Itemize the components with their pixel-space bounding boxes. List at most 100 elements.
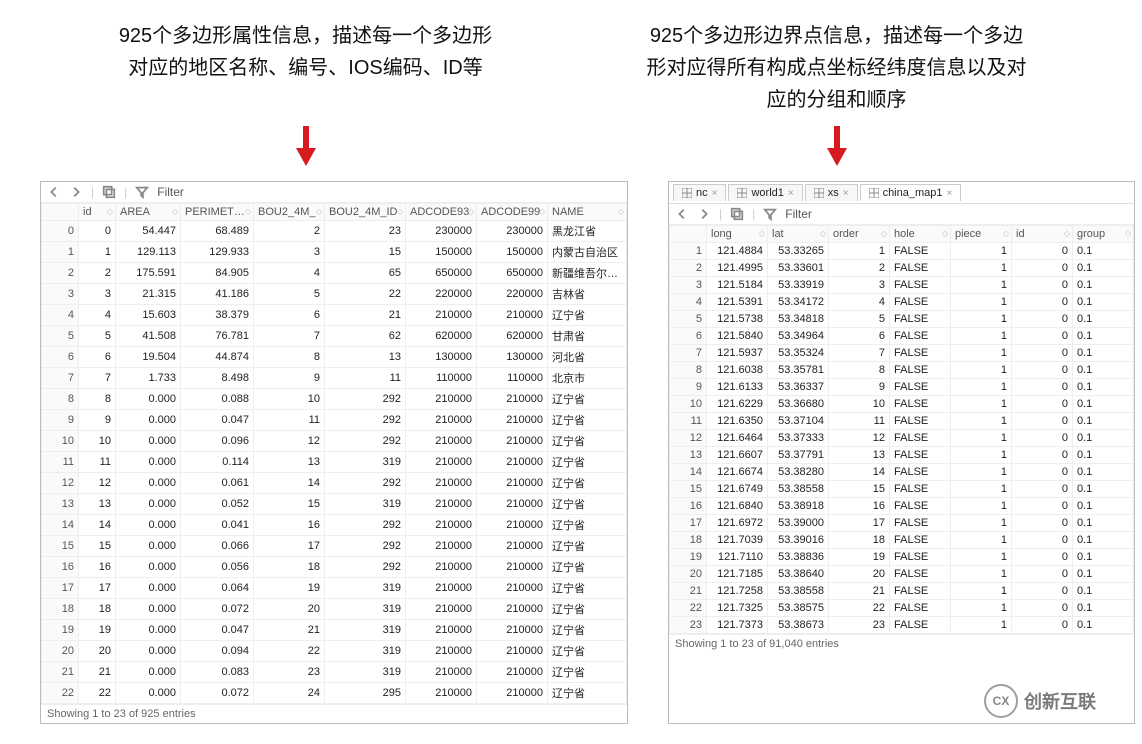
back-icon[interactable] [47,185,61,199]
cell: 0.1 [1073,260,1134,277]
table-row[interactable]: 17170.0000.06419319210000210000辽宁省 [42,578,627,599]
table-row[interactable]: 1121.488453.332651FALSE100.1 [670,243,1134,260]
row-number: 9 [670,379,707,396]
tab-china_map1[interactable]: china_map1× [860,184,962,201]
column-header[interactable]: BOU2_4M_ID◇ [325,204,406,221]
cell: 0 [1012,328,1073,345]
forward-icon[interactable] [697,207,711,221]
cell: 121.7185 [707,566,768,583]
column-header[interactable]: order◇ [829,226,890,243]
tab-world1[interactable]: world1× [728,184,802,201]
column-header[interactable]: hole◇ [890,226,951,243]
table-row[interactable]: 18180.0000.07220319210000210000辽宁省 [42,599,627,620]
table-row[interactable]: 3121.518453.339193FALSE100.1 [670,277,1134,294]
right-data-panel: nc×world1×xs×china_map1× | | Filter long… [668,181,1135,724]
table-row[interactable]: 11129.113129.933315150000150000内蒙古自治区 [42,242,627,263]
popout-icon[interactable] [730,207,744,221]
table-row[interactable]: 7121.593753.353247FALSE100.1 [670,345,1134,362]
table-row[interactable]: 4415.60338.379621210000210000辽宁省 [42,305,627,326]
cell: 0.1 [1073,277,1134,294]
cell: FALSE [890,413,951,430]
table-row[interactable]: 3321.31541.186522220000220000吉林省 [42,284,627,305]
table-row[interactable]: 880.0000.08810292210000210000辽宁省 [42,389,627,410]
table-row[interactable]: 12120.0000.06114292210000210000辽宁省 [42,473,627,494]
cell: 0.000 [116,641,181,662]
table-row[interactable]: 4121.539153.341724FALSE100.1 [670,294,1134,311]
table-row[interactable]: 22175.59184.905465650000650000新疆维吾尔自治区 [42,263,627,284]
table-row[interactable]: 11110.0000.11413319210000210000辽宁省 [42,452,627,473]
cell: 0.000 [116,452,181,473]
filter-icon[interactable] [135,185,149,199]
table-row[interactable]: 10121.622953.3668010FALSE100.1 [670,396,1134,413]
cell: FALSE [890,549,951,566]
cell: 1 [951,294,1012,311]
close-icon[interactable]: × [788,188,794,199]
table-row[interactable]: 21121.725853.3855821FALSE100.1 [670,583,1134,600]
column-header[interactable]: id◇ [1012,226,1073,243]
column-header[interactable] [670,226,707,243]
table-row[interactable]: 14121.667453.3828014FALSE100.1 [670,464,1134,481]
table-row[interactable]: 19190.0000.04721319210000210000辽宁省 [42,620,627,641]
table-row[interactable]: 5121.573853.348185FALSE100.1 [670,311,1134,328]
table-row[interactable]: 0054.44768.489223230000230000黑龙江省 [42,221,627,242]
column-header[interactable]: long◇ [707,226,768,243]
filter-icon[interactable] [763,207,777,221]
cell: 22 [254,641,325,662]
table-row[interactable]: 21210.0000.08323319210000210000辽宁省 [42,662,627,683]
table-row[interactable]: 9121.613353.363379FALSE100.1 [670,379,1134,396]
table-row[interactable]: 16121.684053.3891816FALSE100.1 [670,498,1134,515]
table-row[interactable]: 14140.0000.04116292210000210000辽宁省 [42,515,627,536]
column-header[interactable]: BOU2_4M_◇ [254,204,325,221]
forward-icon[interactable] [69,185,83,199]
table-row[interactable]: 22220.0000.07224295210000210000辽宁省 [42,683,627,704]
close-icon[interactable]: × [843,188,849,199]
column-header[interactable]: lat◇ [768,226,829,243]
column-header[interactable]: group◇ [1073,226,1134,243]
column-header[interactable]: NAME◇ [548,204,627,221]
table-row[interactable]: 17121.697253.3900017FALSE100.1 [670,515,1134,532]
table-row[interactable]: 23121.737353.3867323FALSE100.1 [670,617,1134,634]
table-row[interactable]: 18121.703953.3901618FALSE100.1 [670,532,1134,549]
table-row[interactable]: 13130.0000.05215319210000210000辽宁省 [42,494,627,515]
cell: 3 [79,284,116,305]
close-icon[interactable]: × [947,188,953,199]
table-row[interactable]: 5541.50876.781762620000620000甘肃省 [42,326,627,347]
column-header[interactable]: PERIMETER◇ [181,204,254,221]
close-icon[interactable]: × [712,188,718,199]
table-row[interactable]: 771.7338.498911110000110000北京市 [42,368,627,389]
table-row[interactable]: 11121.635053.3710411FALSE100.1 [670,413,1134,430]
cell: 0 [1012,311,1073,328]
table-row[interactable]: 12121.646453.3733312FALSE100.1 [670,430,1134,447]
tab-xs[interactable]: xs× [805,184,858,201]
table-row[interactable]: 16160.0000.05618292210000210000辽宁省 [42,557,627,578]
cell: 0 [1012,362,1073,379]
column-header[interactable]: ADCODE99◇ [477,204,548,221]
table-row[interactable]: 20121.718553.3864020FALSE100.1 [670,566,1134,583]
column-header[interactable]: piece◇ [951,226,1012,243]
table-row[interactable]: 2121.499553.336012FALSE100.1 [670,260,1134,277]
table-row[interactable]: 19121.711053.3883619FALSE100.1 [670,549,1134,566]
right-table: long◇lat◇order◇hole◇piece◇id◇group◇ 1121… [669,225,1134,634]
table-row[interactable]: 6121.584053.349646FALSE100.1 [670,328,1134,345]
table-row[interactable]: 10100.0000.09612292210000210000辽宁省 [42,431,627,452]
cell: 53.39016 [768,532,829,549]
column-header[interactable]: id◇ [79,204,116,221]
table-row[interactable]: 990.0000.04711292210000210000辽宁省 [42,410,627,431]
table-row[interactable]: 15121.674953.3855815FALSE100.1 [670,481,1134,498]
table-row[interactable]: 15150.0000.06617292210000210000辽宁省 [42,536,627,557]
column-header[interactable]: ADCODE93◇ [406,204,477,221]
back-icon[interactable] [675,207,689,221]
cell: 0.1 [1073,532,1134,549]
table-row[interactable]: 20200.0000.09422319210000210000辽宁省 [42,641,627,662]
table-row[interactable]: 22121.732553.3857522FALSE100.1 [670,600,1134,617]
table-row[interactable]: 8121.603853.357818FALSE100.1 [670,362,1134,379]
cell: 0.1 [1073,600,1134,617]
column-header[interactable] [42,204,79,221]
popout-icon[interactable] [102,185,116,199]
table-row[interactable]: 6619.50444.874813130000130000河北省 [42,347,627,368]
cell: FALSE [890,311,951,328]
column-header[interactable]: AREA◇ [116,204,181,221]
table-row[interactable]: 13121.660753.3779113FALSE100.1 [670,447,1134,464]
cell: 150000 [477,242,548,263]
tab-nc[interactable]: nc× [673,184,726,201]
